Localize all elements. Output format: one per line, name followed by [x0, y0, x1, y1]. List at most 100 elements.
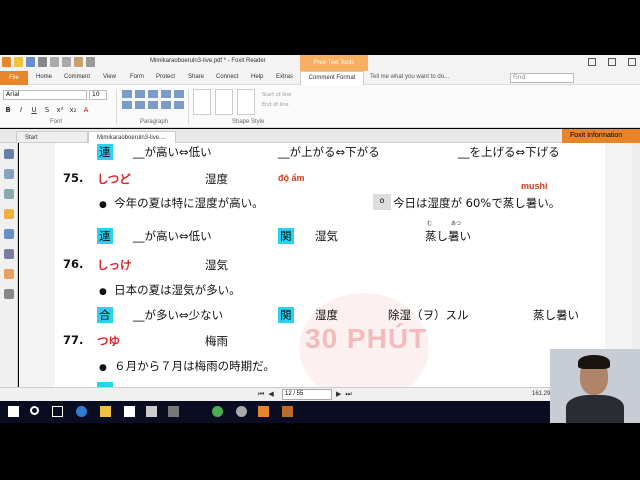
- tell-me-box[interactable]: Tell me what you want to do...: [370, 74, 449, 80]
- letterbox-top: [0, 0, 640, 55]
- page-nav-right: ▶ ⏭: [336, 390, 352, 399]
- entry-kanji: 湿気: [205, 258, 228, 272]
- foxit-information-button[interactable]: Foxit Information: [562, 129, 640, 143]
- line-color-icon[interactable]: [215, 89, 233, 115]
- tab-home[interactable]: Home: [36, 74, 52, 80]
- windows-start-icon[interactable]: [8, 406, 19, 417]
- prev-page-icon[interactable]: ◀: [268, 390, 273, 399]
- first-page-icon[interactable]: ⏮: [258, 390, 264, 399]
- tab-protect[interactable]: Protect: [156, 74, 175, 80]
- tab-comment[interactable]: Comment: [64, 74, 90, 80]
- related-word: 蒸し暑い: [533, 308, 579, 322]
- strikethrough-icon[interactable]: S: [42, 105, 52, 115]
- signature-icon[interactable]: [4, 249, 14, 259]
- bullets-icon[interactable]: [148, 101, 158, 109]
- ribbon-panel: Arial 10 B I U S x² x₂ A Font Paragraph: [0, 85, 640, 128]
- align-left-icon[interactable]: [122, 90, 132, 98]
- example-sentence: ● ６月から７月は梅雨の時期だ。: [99, 359, 275, 373]
- tab-start[interactable]: Start: [16, 131, 88, 143]
- open-icon[interactable]: [14, 57, 23, 67]
- hand-icon[interactable]: [74, 57, 83, 67]
- edge-icon[interactable]: [76, 406, 87, 417]
- app-icon[interactable]: [168, 406, 179, 417]
- tab-document[interactable]: Mimikaraoboeruln3-live....: [88, 131, 176, 143]
- store-icon[interactable]: [124, 406, 135, 417]
- justify-icon[interactable]: [161, 90, 171, 98]
- subscript-icon[interactable]: x₂: [68, 105, 78, 115]
- start-of-line-option[interactable]: Start of line: [262, 90, 291, 100]
- comment-marker[interactable]: o: [373, 194, 391, 210]
- indent-icon[interactable]: [122, 101, 132, 109]
- font-group-label: Font: [50, 119, 63, 125]
- entry-number: 76.: [63, 257, 84, 271]
- tab-form[interactable]: Form: [130, 74, 144, 80]
- bookmark-icon[interactable]: [4, 149, 14, 159]
- comments-icon[interactable]: [4, 209, 14, 219]
- screen: Mimikaraoboeruln3-live.pdf * - Foxit Rea…: [0, 0, 640, 480]
- shape-style-buttons: [193, 89, 255, 115]
- close-icon[interactable]: [628, 58, 636, 66]
- entry-kanji: 湿度: [205, 172, 228, 186]
- next-page-icon[interactable]: ▶: [336, 390, 341, 399]
- page-number-input[interactable]: 12 / 55: [282, 389, 332, 400]
- security-icon[interactable]: [4, 269, 14, 279]
- find-input[interactable]: Find: [510, 73, 574, 83]
- window-title: Mimikaraoboeruln3-live.pdf * - Foxit Rea…: [150, 58, 266, 64]
- font-size-select[interactable]: 10: [89, 90, 107, 100]
- explorer-icon[interactable]: [100, 406, 111, 417]
- italic-icon[interactable]: I: [16, 105, 26, 115]
- text-color-icon[interactable]: A: [81, 105, 91, 115]
- attachments-icon[interactable]: [4, 229, 14, 239]
- tab-file[interactable]: File: [0, 71, 28, 85]
- align-center-icon[interactable]: [135, 90, 145, 98]
- collocation: __が高い⇔低い: [133, 145, 212, 159]
- mail-icon[interactable]: [146, 406, 157, 417]
- task-view-icon[interactable]: [52, 406, 63, 417]
- numbering-icon[interactable]: [161, 101, 171, 109]
- last-page-icon[interactable]: ⏭: [345, 390, 351, 399]
- line-spacing-icon[interactable]: [174, 90, 184, 98]
- align-right-icon[interactable]: [148, 90, 158, 98]
- handwritten-annotation: mushi: [521, 181, 548, 191]
- outdent-icon[interactable]: [135, 101, 145, 109]
- foxit-reader-icon[interactable]: [258, 406, 269, 417]
- tab-comment-format[interactable]: Comment Format: [300, 71, 364, 85]
- bold-icon[interactable]: B: [3, 105, 13, 115]
- watermark-logo: 30 PHÚT: [305, 323, 428, 354]
- tab-view[interactable]: View: [103, 74, 116, 80]
- document-view[interactable]: 30 PHÚT 連 __が高い⇔低い __が上がる⇔下がる __を上げる⇔下げる…: [19, 143, 640, 387]
- search-icon[interactable]: [30, 406, 39, 415]
- camtasia-icon[interactable]: [212, 406, 223, 417]
- pages-icon[interactable]: [4, 169, 14, 179]
- tab-connect[interactable]: Connect: [216, 74, 238, 80]
- undo-icon[interactable]: [50, 57, 59, 67]
- tab-share[interactable]: Share: [188, 74, 204, 80]
- select-icon[interactable]: [86, 57, 95, 67]
- superscript-icon[interactable]: x²: [55, 105, 65, 115]
- app-logo-icon: [2, 57, 11, 67]
- ribbon-tabs: File Home Comment View Form Protect Shar…: [0, 71, 640, 85]
- maximize-icon[interactable]: [608, 58, 616, 66]
- quick-access-toolbar: [2, 57, 95, 67]
- underline-icon[interactable]: U: [29, 105, 39, 115]
- tab-extras[interactable]: Extras: [276, 74, 293, 80]
- save-icon[interactable]: [26, 57, 35, 67]
- minimize-icon[interactable]: [588, 58, 596, 66]
- font-format-buttons: B I U S x² x₂ A: [3, 105, 91, 115]
- layers-icon[interactable]: [4, 189, 14, 199]
- tab-help[interactable]: Help: [251, 74, 263, 80]
- foxit-window-icon[interactable]: [282, 406, 293, 417]
- opacity-icon[interactable]: [237, 89, 255, 115]
- letterbox-bottom: [0, 423, 640, 480]
- print-icon[interactable]: [38, 57, 47, 67]
- columns-icon[interactable]: [174, 101, 184, 109]
- example-sentence: ● 今年の夏は特に湿度が高い。: [99, 196, 264, 210]
- fill-color-icon[interactable]: [193, 89, 211, 115]
- browser-icon[interactable]: [236, 406, 247, 417]
- presenter-hair: [578, 355, 610, 369]
- end-of-line-option[interactable]: End of line: [262, 100, 291, 110]
- redo-icon[interactable]: [62, 57, 71, 67]
- tag-kan: 関: [278, 228, 294, 244]
- tools-icon[interactable]: [4, 289, 14, 299]
- font-family-select[interactable]: Arial: [3, 90, 87, 100]
